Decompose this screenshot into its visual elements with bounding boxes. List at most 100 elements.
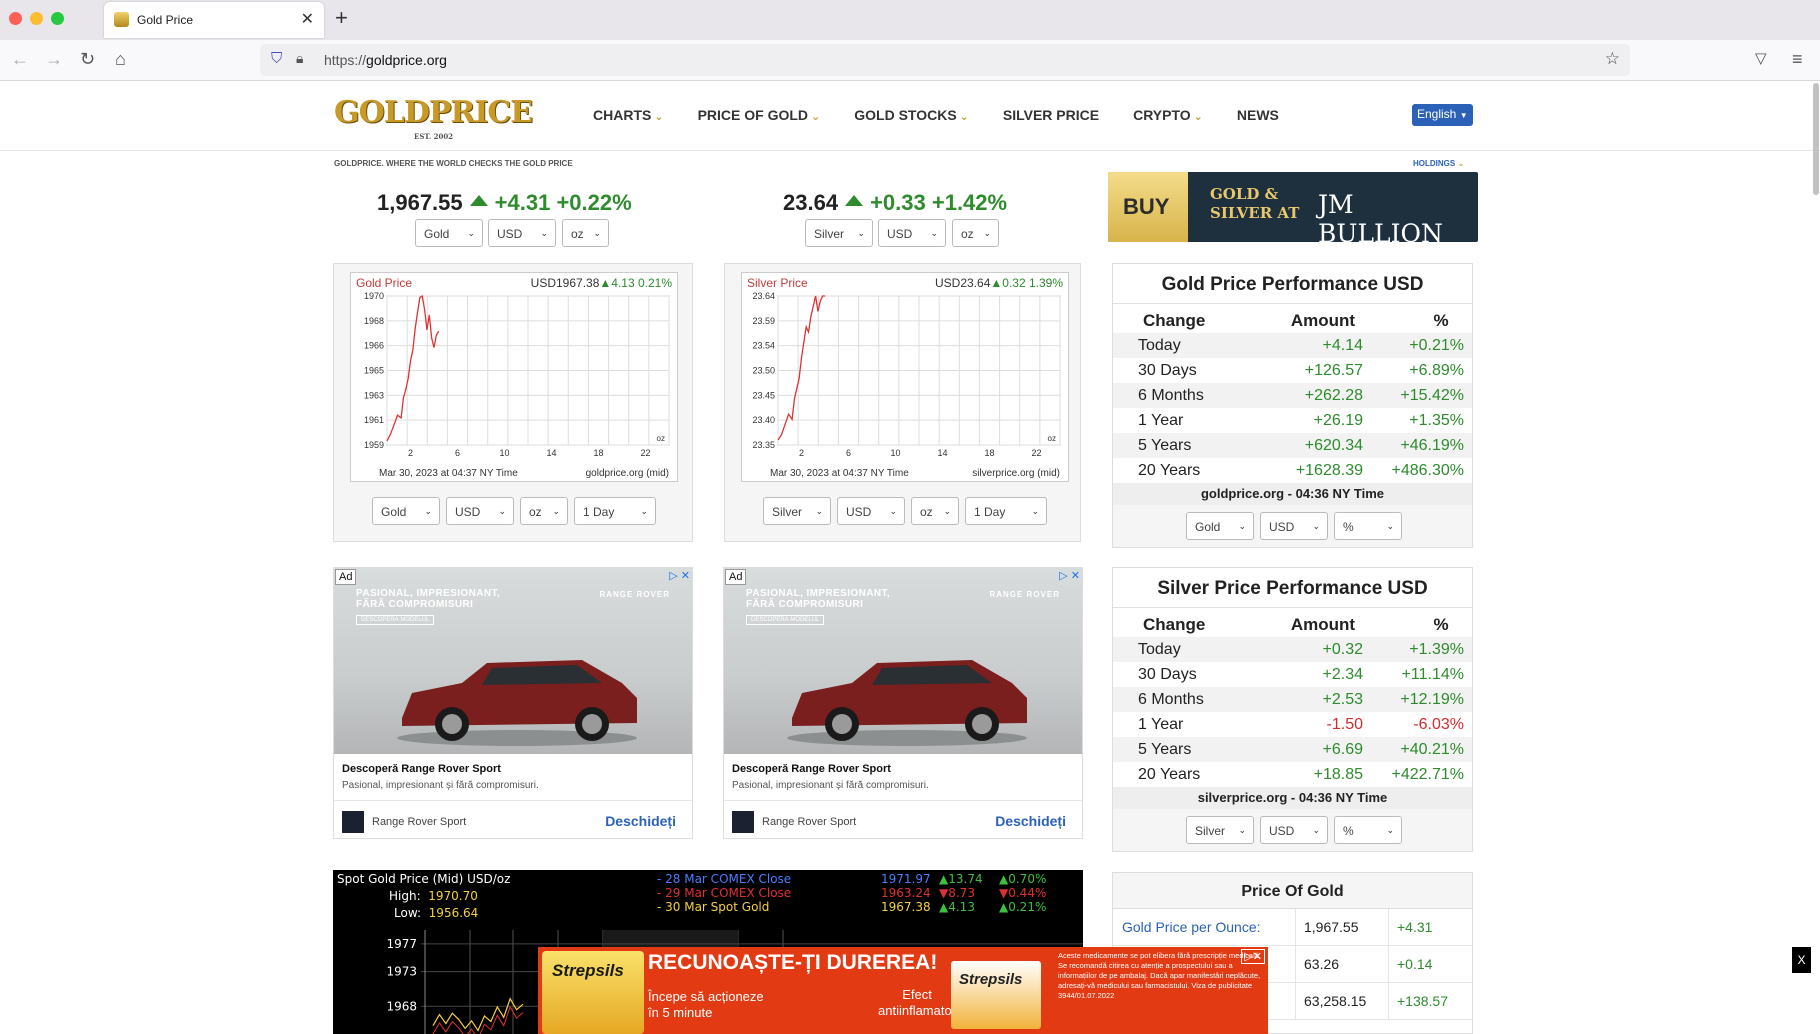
- nav-charts[interactable]: CHARTS ⌄: [593, 107, 664, 123]
- gold-spot-price: 1,967.55: [377, 190, 463, 215]
- silver-chart[interactable]: Silver Price USD23.64▲0.32 1.39% 23.64 23…: [741, 272, 1069, 482]
- ad-description: Pasional, impresionant și fără compromis…: [732, 780, 929, 791]
- maximize-window-button[interactable]: [51, 12, 64, 25]
- range-rover-ad-2[interactable]: PASIONAL, IMPRESIONANT, FĂRĂ COMPROMISURI…: [723, 567, 1083, 839]
- page-scrollbar[interactable]: [1812, 81, 1820, 1034]
- gold-change: +4.31: [494, 190, 551, 215]
- banner-brand: JM BULLION: [1318, 190, 1443, 242]
- silver-ticker-metal-select[interactable]: Silver ⌄: [805, 219, 873, 247]
- gold-perf-mode-select[interactable]: % ⌄: [1334, 512, 1402, 540]
- y-tick-label: 23.35: [752, 440, 775, 450]
- chevron-down-icon: ⌄: [540, 228, 548, 238]
- spot-chart-title: Spot Gold Price (Mid) USD/oz: [337, 872, 511, 886]
- strepsils-ad[interactable]: Strepsils RECUNOAȘTE-ȚI DUREREA! Începe …: [538, 947, 1268, 1034]
- silver-pct: +1.42%: [931, 190, 1008, 215]
- nav-price-of-gold[interactable]: PRICE OF GOLD ⌄: [698, 107, 821, 123]
- silver-chart-panel: Silver Price USD23.64▲0.32 1.39% 23.64 23…: [724, 263, 1081, 542]
- nav-silver-price[interactable]: SILVER PRICE: [1003, 107, 1099, 123]
- adchoices-icon[interactable]: ▷ ✕: [669, 569, 690, 582]
- silver-ticker-unit-select[interactable]: oz ⌄: [952, 219, 999, 247]
- tracking-shield-icon[interactable]: ⛉: [271, 50, 282, 67]
- silver-chart-currency-select[interactable]: USD ⌄: [837, 497, 905, 525]
- close-window-button[interactable]: [9, 12, 22, 25]
- ad-open-button[interactable]: Deschideți: [995, 813, 1066, 829]
- ad-open-button[interactable]: Deschideți: [605, 813, 676, 829]
- home-icon[interactable]: ⌂: [115, 49, 126, 70]
- close-tab-icon[interactable]: ✕: [301, 9, 314, 29]
- strepsils-pack-image: Strepsils: [542, 951, 644, 1034]
- gold-perf-currency-select[interactable]: USD ⌄: [1260, 512, 1328, 540]
- pog-label[interactable]: Gold Price per Ounce:: [1113, 909, 1296, 945]
- back-icon[interactable]: ←: [11, 49, 29, 70]
- nav-crypto[interactable]: CRYPTO ⌄: [1133, 107, 1203, 123]
- silver-ticker-currency-select[interactable]: USD ⌄: [878, 219, 946, 247]
- forward-icon[interactable]: →: [45, 49, 63, 70]
- nav-news[interactable]: NEWS: [1237, 107, 1279, 123]
- ad-small-button[interactable]: DESCOPERĂ MODELUL: [746, 615, 825, 625]
- goldprice-logo[interactable]: GOLDPRICE EST. 2002: [334, 95, 533, 141]
- holdings-link[interactable]: HOLDINGS ⌄: [1413, 159, 1464, 168]
- ad-slogan: PASIONAL, IMPRESIONANT, FĂRĂ COMPROMISURI: [746, 588, 891, 610]
- new-tab-icon[interactable]: +: [335, 5, 348, 31]
- ad-image[interactable]: PASIONAL, IMPRESIONANT, FĂRĂ COMPROMISURI…: [334, 568, 692, 754]
- browser-tab[interactable]: Gold Price ✕: [104, 2, 324, 38]
- gold-perf-metal-select[interactable]: Gold ⌄: [1186, 512, 1254, 540]
- language-select[interactable]: English ▼: [1412, 104, 1473, 126]
- adchoices-close-icon[interactable]: ▷✕: [1241, 949, 1265, 964]
- up-arrow-icon: [469, 195, 488, 206]
- tab-title: Gold Price: [137, 13, 194, 27]
- ad-brand: RANGE ROVER: [989, 590, 1060, 599]
- scrollbar-thumb[interactable]: [1813, 83, 1819, 195]
- chevron-down-icon: ⌄: [552, 506, 560, 516]
- table-row: Today +4.14 +0.21%: [1113, 333, 1472, 358]
- gold-ticker-metal-select[interactable]: Gold ⌄: [415, 219, 483, 247]
- window-controls: [9, 12, 64, 25]
- pocket-icon[interactable]: ▽: [1755, 49, 1767, 67]
- gold-chart[interactable]: Gold Price USD1967.38▲4.13 0.21% 1970 196…: [350, 272, 678, 482]
- adchoices-icon[interactable]: ▷ ✕: [1059, 569, 1080, 582]
- gold-chart-panel: Gold Price USD1967.38▲4.13 0.21% 1970 196…: [333, 263, 693, 542]
- address-bar[interactable]: ⛉ 🔒︎ https://goldprice.org ☆: [260, 44, 1630, 76]
- y-tick-label: 1963: [364, 390, 384, 400]
- silver-chart-unit-select[interactable]: oz ⌄: [911, 497, 959, 525]
- x-tick-label: 14: [546, 448, 556, 458]
- gold-chart-range-select[interactable]: 1 Day ⌄: [574, 497, 656, 525]
- ad-image[interactable]: PASIONAL, IMPRESIONANT, FĂRĂ COMPROMISURI…: [724, 568, 1082, 754]
- silver-chart-range-select[interactable]: 1 Day ⌄: [965, 497, 1047, 525]
- url-text[interactable]: https://goldprice.org: [324, 52, 447, 68]
- ad-small-button[interactable]: DESCOPERĂ MODELUL: [356, 615, 435, 625]
- gold-chart-currency-select[interactable]: USD ⌄: [446, 497, 514, 525]
- silver-perf-metal-select[interactable]: Silver ⌄: [1186, 816, 1254, 844]
- spot-high: High: 1970.70: [389, 889, 478, 903]
- nav-gold-stocks[interactable]: GOLD STOCKS ⌄: [854, 107, 969, 123]
- gold-chart-metal-select[interactable]: Gold ⌄: [372, 497, 440, 525]
- bookmark-star-icon[interactable]: ☆: [1605, 49, 1620, 69]
- gold-ticker-currency-select[interactable]: USD ⌄: [488, 219, 556, 247]
- lock-icon[interactable]: 🔒︎: [296, 50, 303, 67]
- strepsils-intensiv-pack-image: Strepsils: [951, 961, 1041, 1029]
- reload-icon[interactable]: ↻: [80, 49, 95, 70]
- banner-buy: BUY: [1108, 172, 1188, 242]
- table-row: Today +0.32 +1.39%: [1113, 637, 1472, 662]
- y-tick-label: 23.64: [752, 291, 775, 301]
- silver-chart-metal-select[interactable]: Silver ⌄: [763, 497, 831, 525]
- chevron-down-icon: ⌄: [1312, 825, 1320, 835]
- gold-chart-unit-select[interactable]: oz ⌄: [520, 497, 568, 525]
- gold-ticker: 1,967.55 +4.31 +0.22%: [377, 190, 632, 216]
- minimize-window-button[interactable]: [30, 12, 43, 25]
- unit-label: oz: [1048, 434, 1056, 443]
- table-row: 30 Days +126.57 +6.89%: [1113, 358, 1472, 383]
- table-row: 6 Months +262.28 +15.42%: [1113, 383, 1472, 408]
- menu-icon[interactable]: ≡: [1792, 49, 1803, 70]
- close-ad-button[interactable]: X: [1792, 947, 1811, 973]
- gold-ticker-unit-select[interactable]: oz ⌄: [562, 219, 609, 247]
- chevron-down-icon: ⌄: [930, 228, 938, 238]
- banner-gold-silver: GOLD & SILVER AT: [1210, 185, 1300, 222]
- silver-perf-mode-select[interactable]: % ⌄: [1334, 816, 1402, 844]
- chevron-down-icon: ⌄: [593, 228, 601, 238]
- gold-perf-header: Change Amount%: [1113, 304, 1472, 333]
- x-tick-label: 10: [890, 448, 900, 458]
- jm-bullion-banner[interactable]: BUY GOLD & SILVER AT JM BULLION: [1108, 172, 1478, 242]
- silver-perf-currency-select[interactable]: USD ⌄: [1260, 816, 1328, 844]
- range-rover-ad-1[interactable]: PASIONAL, IMPRESIONANT, FĂRĂ COMPROMISURI…: [333, 567, 693, 839]
